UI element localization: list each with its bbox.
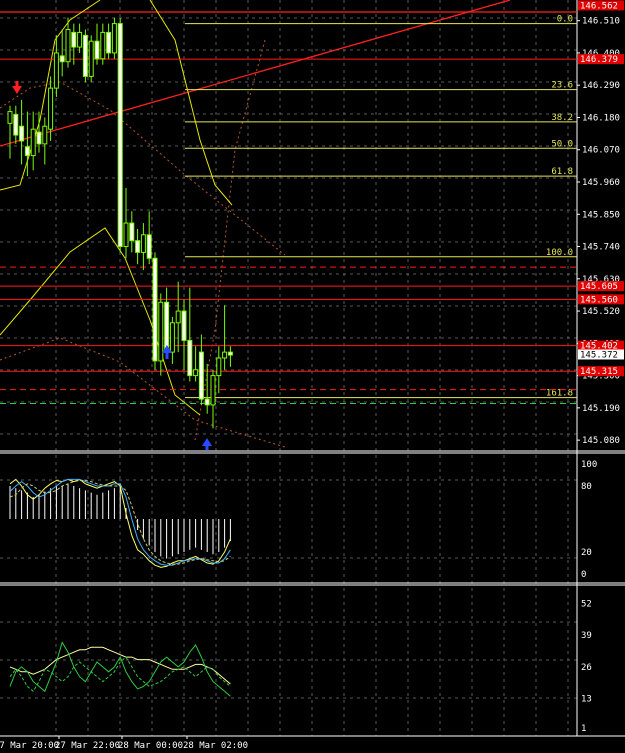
candle-body xyxy=(164,301,170,353)
adx-scale-label: 52 xyxy=(581,599,592,609)
candle-body xyxy=(100,31,106,60)
candle-body xyxy=(158,301,164,362)
candle-body xyxy=(71,31,77,48)
fib-level-label: 38.2 xyxy=(551,113,573,123)
candle-body xyxy=(129,222,135,242)
moving-average-lower xyxy=(0,227,201,416)
red-level-tag-label: 146.379 xyxy=(580,55,618,65)
stochastic-subwindow[interactable]: 100 80 20 0 xyxy=(9,460,597,580)
red-level-tag-label: 145.315 xyxy=(580,367,618,377)
stoch-scale-label: 20 xyxy=(581,548,592,558)
down-arrow-icon xyxy=(12,86,22,94)
candle-body xyxy=(36,131,42,145)
time-tick-label: 27 Mar 20:00 xyxy=(0,741,59,751)
candle-body xyxy=(65,28,71,63)
candle-body xyxy=(204,398,210,406)
up-arrow-icon xyxy=(205,446,209,450)
trendline-red xyxy=(0,0,511,147)
envelope-line xyxy=(0,337,286,448)
candle-body xyxy=(146,234,152,259)
envelope-line xyxy=(194,39,266,441)
candle-body xyxy=(42,125,48,145)
candle-body xyxy=(175,310,181,324)
candle-body xyxy=(53,52,59,89)
up-arrow-icon xyxy=(202,438,212,446)
stoch-scale-label: 100 xyxy=(581,460,597,470)
candle-body xyxy=(88,40,94,77)
time-axis: 27 Mar 20:0027 Mar 22:0028 Mar 00:00 28 M… xyxy=(0,736,248,751)
up-arrow-icon xyxy=(165,353,169,359)
candle-body xyxy=(169,322,175,353)
candle-body xyxy=(140,234,146,253)
candle-body xyxy=(135,240,141,253)
fib-level-label: 100.0 xyxy=(546,248,573,258)
candle-body xyxy=(82,34,88,77)
red-level-tag-label: 146.562 xyxy=(580,1,618,11)
price-tick-label: 145.960 xyxy=(582,178,620,188)
price-tick-label: 145.080 xyxy=(582,436,620,446)
candle-body xyxy=(13,114,19,136)
candle-body xyxy=(19,125,25,142)
candle-body xyxy=(77,31,83,48)
time-tick-label: 27 Mar 22:00 xyxy=(55,741,120,751)
red-level-tag-label: 145.605 xyxy=(580,282,618,292)
time-tick-label: 28 Mar 00:00 xyxy=(118,741,183,751)
moving-average-upper xyxy=(149,0,233,206)
candle-body xyxy=(227,351,233,356)
candle-body xyxy=(24,146,30,157)
time-tick-label: 28 Mar 02:00 xyxy=(183,741,248,751)
fib-level-label: 161.8 xyxy=(546,389,573,399)
adx-scale-label: 13 xyxy=(581,695,592,705)
price-tick-label: 145.520 xyxy=(582,307,620,317)
candle-body xyxy=(216,357,222,377)
price-tick-label: 146.290 xyxy=(582,81,620,91)
stoch-scale-label: 0 xyxy=(581,570,586,580)
down-arrow-icon xyxy=(15,81,19,87)
price-tick-label: 146.510 xyxy=(582,17,620,27)
candle-body xyxy=(7,111,13,124)
red-level-tag-label: 145.560 xyxy=(580,295,618,305)
fib-level-label: 0.0 xyxy=(557,15,573,25)
price-tick-label: 145.850 xyxy=(582,210,620,220)
adx-scale-label: 26 xyxy=(581,663,592,673)
adx-scale-label: 1 xyxy=(581,724,586,734)
main-price-chart[interactable]: 0.0 23.6 38.2 50.0 61.8 100.0 161.8 xyxy=(0,0,577,450)
candle-body xyxy=(198,351,204,400)
price-tick-label: 146.070 xyxy=(582,146,620,156)
candle-body xyxy=(106,31,112,54)
fib-level-label: 61.8 xyxy=(551,167,573,177)
candle-body xyxy=(48,87,54,130)
stoch-scale-label: 80 xyxy=(581,482,592,492)
price-tick-label: 145.740 xyxy=(582,243,620,253)
price-axis: 146.510146.400146.290146.180146.070145.9… xyxy=(577,0,624,446)
candle-body xyxy=(181,310,187,341)
adx-scale-label: 39 xyxy=(581,631,592,641)
candle-body xyxy=(152,257,158,362)
candle-body xyxy=(193,369,199,377)
candle-body xyxy=(210,375,216,406)
fib-level-label: 23.6 xyxy=(551,81,573,91)
grid xyxy=(0,0,625,737)
candle-body xyxy=(187,339,193,377)
candle-body xyxy=(222,351,228,359)
candle-body xyxy=(94,40,100,60)
adx-subwindow[interactable]: 52 39 26 13 1 xyxy=(9,599,592,734)
fib-level-label: 50.0 xyxy=(551,139,573,149)
chart-canvas[interactable]: 0.0 23.6 38.2 50.0 61.8 100.0 161.8 100 80 20 0 5… xyxy=(0,0,625,753)
candle-body xyxy=(123,222,129,248)
candle-body xyxy=(30,128,36,157)
candle-body xyxy=(59,55,65,63)
candle-body xyxy=(117,23,123,248)
price-tick-label: 145.190 xyxy=(582,404,620,414)
price-tick-label: 146.180 xyxy=(582,113,620,123)
candle-body xyxy=(111,23,117,54)
current-price-label: 145.372 xyxy=(580,350,618,360)
